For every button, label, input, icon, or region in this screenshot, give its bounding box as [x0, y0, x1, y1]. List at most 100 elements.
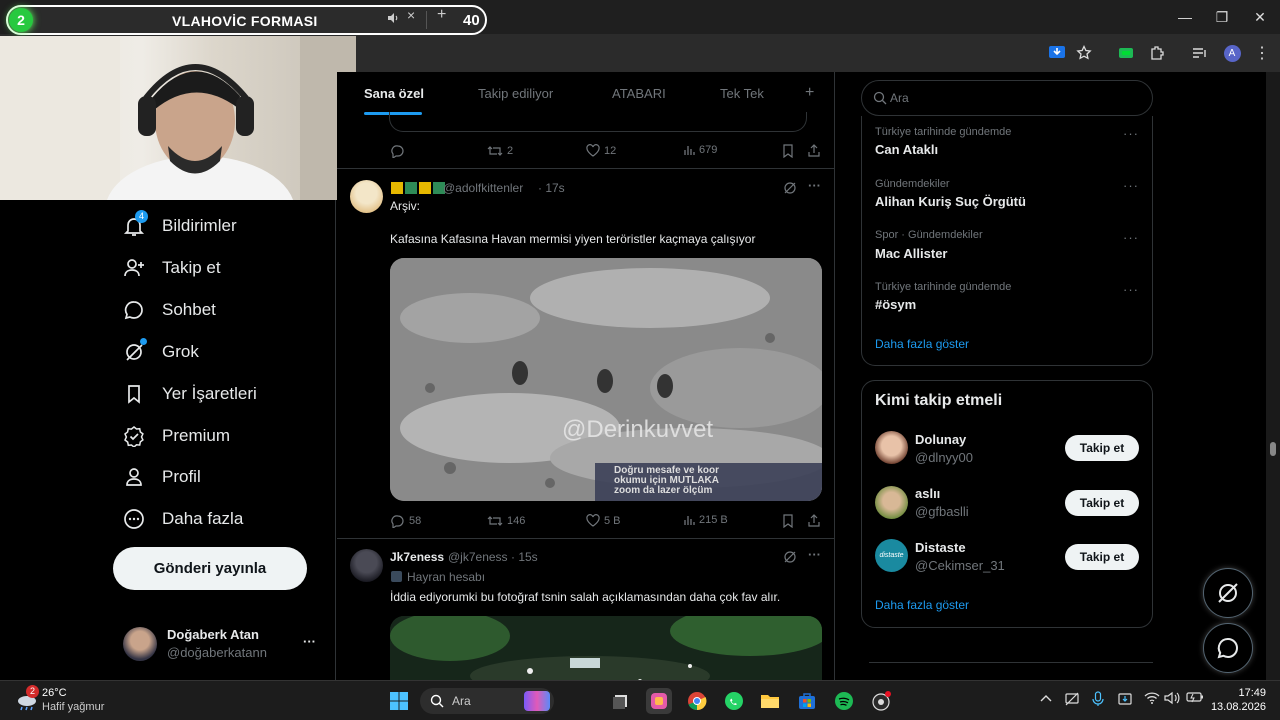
scrollbar-thumb[interactable]: [1270, 442, 1276, 456]
minimize-button[interactable]: —: [1170, 6, 1200, 28]
media-control-icon[interactable]: [1190, 44, 1210, 62]
clock-time[interactable]: 17:49: [1230, 687, 1266, 699]
account-menu-button[interactable]: ···: [303, 634, 316, 649]
profile-avatar[interactable]: A: [1222, 44, 1242, 62]
chrome-icon[interactable]: [684, 688, 710, 714]
trend-more-icon[interactable]: ···: [1123, 178, 1139, 193]
taskbar-search[interactable]: Ara: [420, 688, 554, 714]
views-stat[interactable]: 215 B: [683, 514, 728, 526]
nav-more[interactable]: Daha fazla: [120, 504, 243, 534]
trend-more-icon[interactable]: ···: [1123, 230, 1139, 245]
task-view-icon[interactable]: [608, 688, 634, 714]
trend-more-icon[interactable]: ···: [1123, 282, 1139, 297]
avatar[interactable]: [123, 627, 157, 661]
trend-more-icon[interactable]: ···: [1123, 126, 1139, 141]
nav-bookmarks[interactable]: Yer İşaretleri: [120, 379, 257, 409]
post-time[interactable]: · 15s: [511, 550, 538, 564]
grok-floating-button[interactable]: [1203, 568, 1253, 618]
nav-chat[interactable]: Sohbet: [120, 295, 216, 325]
retweet-button[interactable]: 2: [487, 144, 513, 158]
follow-button[interactable]: Takip et: [1065, 435, 1139, 461]
start-button[interactable]: [386, 688, 412, 714]
extension-green-icon[interactable]: [1116, 44, 1136, 62]
post-button[interactable]: Gönderi yayınla: [113, 547, 307, 590]
reply-button[interactable]: 58: [391, 514, 421, 528]
avatar[interactable]: [350, 180, 383, 213]
overlay-close-icon[interactable]: ×: [407, 7, 415, 23]
tab-tek-tek[interactable]: Tek Tek: [720, 86, 764, 101]
network-off-icon[interactable]: [1064, 691, 1080, 707]
post-more-icon[interactable]: ···: [808, 178, 821, 193]
browser-menu-icon[interactable]: ⋮: [1252, 44, 1272, 62]
post-time[interactable]: · 17s: [538, 181, 565, 195]
wifi-icon[interactable]: [1144, 691, 1160, 705]
nav-notifications[interactable]: 4 Bildirimler: [120, 210, 237, 241]
nav-premium[interactable]: Premium: [120, 421, 230, 451]
post-video[interactable]: @Derinkuvvet Doğru mesafe ve koor okumu …: [390, 258, 822, 501]
follow-button[interactable]: Takip et: [1065, 544, 1139, 570]
who-show-more-link[interactable]: Daha fazla göster: [875, 598, 969, 612]
follow-button[interactable]: Takip et: [1065, 490, 1139, 516]
retweet-button[interactable]: 146: [487, 514, 525, 528]
post-display-name[interactable]: Jk7eness: [390, 550, 444, 564]
grok-icon[interactable]: [783, 181, 797, 195]
spotify-icon[interactable]: [831, 688, 857, 714]
post-more-icon[interactable]: ···: [808, 547, 821, 562]
avatar[interactable]: distaste: [875, 539, 908, 572]
trend-name[interactable]: #ösym: [875, 297, 916, 312]
tab-atabari[interactable]: ATABARI: [612, 86, 666, 101]
weather-temp[interactable]: 26°C: [42, 687, 67, 699]
like-button[interactable]: 12: [586, 144, 616, 157]
show-hidden-icons[interactable]: [1040, 693, 1052, 703]
avatar[interactable]: [875, 431, 908, 464]
weather-icon[interactable]: 2: [14, 685, 39, 711]
trend-name[interactable]: Can Ataklı: [875, 142, 938, 157]
trend-name[interactable]: Alihan Kuriş Suç Örgütü: [875, 194, 1026, 209]
volume-icon[interactable]: [1164, 691, 1180, 705]
nav-profile[interactable]: Profil: [120, 462, 201, 492]
copilot-app-icon[interactable]: [646, 688, 672, 714]
post-handle[interactable]: @adolfkittenler: [443, 181, 523, 195]
weather-description[interactable]: Hafif yağmur: [42, 701, 104, 713]
tab-for-you[interactable]: Sana özel: [364, 86, 424, 101]
install-app-icon[interactable]: [1047, 44, 1067, 62]
trends-show-more-link[interactable]: Daha fazla göster: [875, 337, 969, 351]
microphone-icon[interactable]: [1092, 691, 1104, 707]
suggested-user-name[interactable]: aslıı: [915, 486, 940, 501]
scrollbar[interactable]: [1266, 72, 1280, 680]
close-window-button[interactable]: ✕: [1245, 6, 1275, 28]
add-tab-button[interactable]: +: [805, 84, 814, 102]
update-icon[interactable]: [1117, 691, 1133, 707]
bookmark-button[interactable]: [782, 144, 798, 158]
file-explorer-icon[interactable]: [757, 688, 783, 714]
post-image[interactable]: [390, 616, 822, 680]
battery-icon[interactable]: [1186, 691, 1204, 703]
nav-grok[interactable]: Grok: [120, 337, 199, 367]
clock-date[interactable]: 13.08.2026: [1208, 701, 1266, 713]
share-button[interactable]: [807, 143, 825, 157]
speaker-icon[interactable]: [386, 11, 400, 25]
overlay-add-icon[interactable]: +: [437, 6, 446, 24]
reply-button[interactable]: [391, 144, 409, 158]
microsoft-store-icon[interactable]: [794, 688, 820, 714]
like-button[interactable]: 5 B: [586, 514, 621, 527]
avatar[interactable]: [875, 486, 908, 519]
post-handle[interactable]: @jk7eness: [448, 550, 508, 564]
bookmark-star-icon[interactable]: [1074, 44, 1094, 62]
bookmark-button[interactable]: [782, 514, 798, 528]
share-button[interactable]: [807, 513, 825, 527]
nav-follow[interactable]: Takip et: [120, 253, 221, 283]
maximize-button[interactable]: ❐: [1207, 6, 1237, 28]
whatsapp-icon[interactable]: [721, 688, 747, 714]
messages-floating-button[interactable]: [1203, 623, 1253, 673]
extensions-puzzle-icon[interactable]: [1147, 44, 1167, 62]
media-app-icon[interactable]: [868, 688, 894, 714]
grok-icon[interactable]: [783, 550, 797, 564]
suggested-user-name[interactable]: Distaste: [915, 540, 966, 555]
search-input[interactable]: Ara: [861, 80, 1153, 116]
tab-following[interactable]: Takip ediliyor: [478, 86, 553, 101]
trend-name[interactable]: Mac Allister: [875, 246, 948, 261]
views-stat[interactable]: 679: [683, 144, 717, 156]
avatar[interactable]: [350, 549, 383, 582]
suggested-user-name[interactable]: Dolunay: [915, 432, 966, 447]
